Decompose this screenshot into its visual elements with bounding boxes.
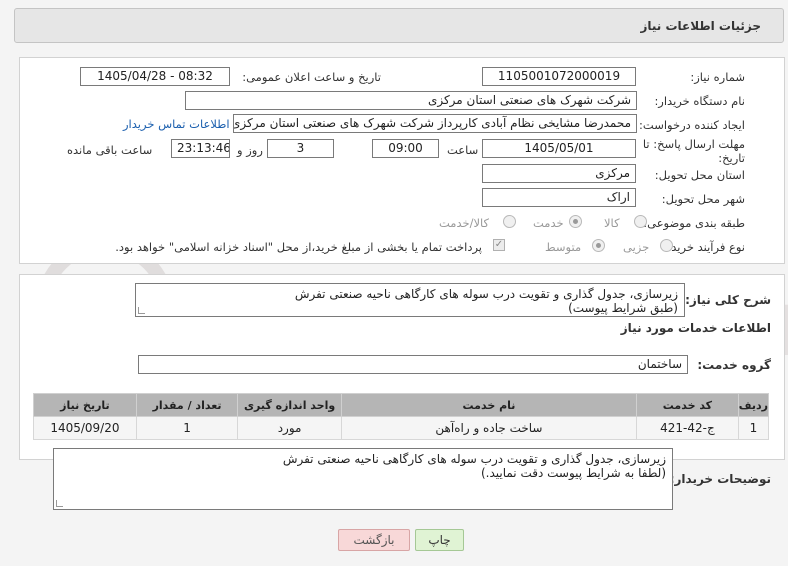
page-title: جزئیات اطلاعات نیاز [640, 19, 761, 33]
buyer-org-field: شرکت شهرک های صنعتی استان مرکزی [185, 91, 637, 110]
need-number-label: شماره نیاز: [690, 70, 745, 84]
cell-qty: 1 [135, 416, 239, 440]
buyer-org-label: نام دستگاه خریدار: [654, 94, 745, 108]
process-option-minor: جزیی [623, 240, 650, 254]
services-table-header: ردیف کد خدمت نام خدمت واحد اندازه گیری ت… [33, 393, 770, 417]
resize-grip-icon[interactable] [138, 307, 145, 314]
city-field: اراک [482, 188, 636, 207]
announce-datetime-field: 1405/04/28 - 08:32 [80, 67, 230, 86]
category-radio-goods[interactable] [634, 215, 647, 228]
buyer-notes-textarea: زیرسازی، جدول گذاری و تقویت درب سوله های… [53, 448, 673, 510]
remaining-time-field: 23:13:46 [171, 139, 230, 158]
print-button[interactable]: چاپ [415, 529, 464, 551]
col-qty: تعداد / مقدار [135, 393, 239, 417]
category-label: طبقه بندی موضوعی: [643, 216, 745, 230]
resize-grip-icon[interactable] [56, 500, 63, 507]
table-row: 1 ج-42-421 ساخت جاده و راه‌آهن مورد 1 14… [33, 416, 770, 440]
services-section-title: اطلاعات خدمات مورد نیاز [620, 321, 771, 335]
category-option-service: خدمت [533, 216, 564, 230]
requester-label: ایجاد کننده درخواست: [639, 118, 745, 132]
category-radio-service[interactable] [569, 215, 582, 228]
summary-line-1: زیرسازی، جدول گذاری و تقویت درب سوله های… [294, 287, 678, 301]
service-group-field: ساختمان [138, 355, 688, 374]
category-option-goods-service: کالا/خدمت [439, 216, 490, 230]
process-type-label: نوع فرآیند خرید : [663, 240, 745, 254]
service-group-label: گروه خدمت: [697, 358, 771, 372]
remaining-time-label: ساعت باقی مانده [67, 143, 153, 157]
deadline-days-label: روز و [237, 143, 263, 157]
category-option-goods: کالا [604, 216, 620, 230]
summary-textarea: زیرسازی، جدول گذاری و تقویت درب سوله های… [135, 283, 685, 317]
deadline-label-date: تاریخ: [718, 151, 745, 165]
cell-code: ج-42-421 [636, 416, 739, 440]
cell-unit: مورد [237, 416, 342, 440]
buyer-contact-link[interactable]: اطلاعات تماس خریدار [123, 117, 230, 131]
deadline-days-field: 3 [267, 139, 334, 158]
cell-row: 1 [737, 416, 770, 440]
category-radio-goods-service[interactable] [503, 215, 516, 228]
buyer-notes-label: توضیحات خریدار: [669, 472, 771, 486]
buyer-notes-line-2: (لطفا به شرایط پیوست دقت نمایید.) [480, 466, 666, 480]
province-field: مرکزی [482, 164, 636, 183]
col-name: نام خدمت [340, 393, 638, 417]
deadline-label: مهلت ارسال پاسخ: تا [642, 137, 745, 151]
process-radio-medium[interactable] [592, 239, 605, 252]
cell-date: 1405/09/20 [33, 416, 137, 440]
province-label: استان محل تحویل: [654, 168, 745, 182]
city-label: شهر محل تحویل: [661, 192, 745, 206]
col-unit: واحد اندازه گیری [237, 393, 342, 417]
page-header: جزئیات اطلاعات نیاز [14, 8, 784, 43]
summary-label: شرح کلی نیاز: [685, 293, 771, 307]
summary-line-2: (طبق شرایط پیوست) [568, 301, 678, 315]
deadline-time-field: 09:00 [372, 139, 439, 158]
need-info-panel [19, 57, 785, 264]
need-number-field: 1105001072000019 [482, 67, 636, 86]
col-code: کد خدمت [636, 393, 739, 417]
treasury-payment-note: پرداخت تمام یا بخشی از مبلغ خرید،از محل … [115, 240, 482, 254]
process-option-medium: متوسط [545, 240, 582, 254]
deadline-date-field: 1405/05/01 [482, 139, 636, 158]
requester-field: محمدرضا مشایخی نظام آبادی کارپرداز شرکت … [233, 114, 637, 133]
back-button[interactable]: بازگشت [338, 529, 410, 551]
announce-datetime-label: تاریخ و ساعت اعلان عمومی: [242, 70, 381, 84]
cell-name: ساخت جاده و راه‌آهن [340, 416, 638, 440]
treasury-payment-checkbox[interactable]: ✓ [493, 239, 505, 251]
buyer-notes-line-1: زیرسازی، جدول گذاری و تقویت درب سوله های… [282, 452, 666, 466]
deadline-time-label: ساعت [447, 143, 479, 157]
process-radio-minor[interactable] [660, 239, 673, 252]
col-row: ردیف [737, 393, 770, 417]
services-table: ردیف کد خدمت نام خدمت واحد اندازه گیری ت… [33, 393, 770, 440]
col-date: تاریخ نیاز [33, 393, 137, 417]
